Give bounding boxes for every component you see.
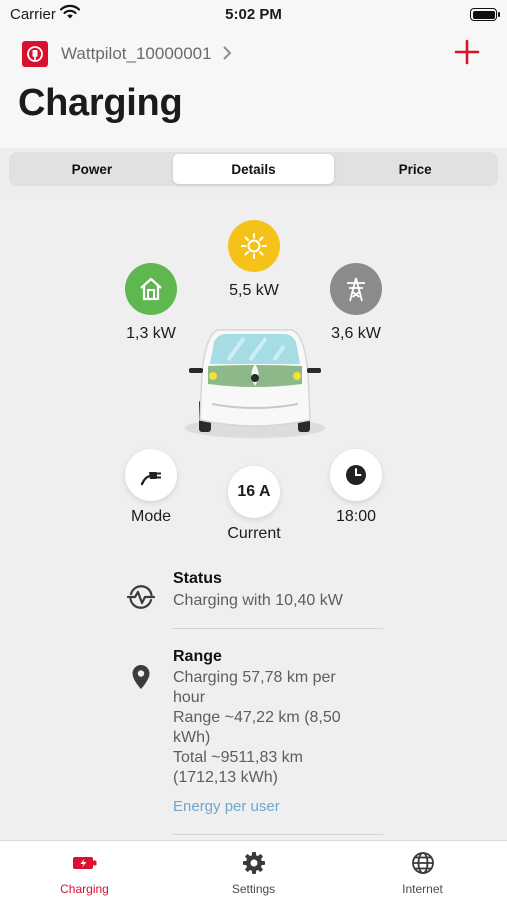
- chevron-right-icon: [222, 44, 232, 65]
- page-title: Charging: [18, 82, 183, 124]
- nav-item-settings[interactable]: Settings: [169, 841, 338, 900]
- sun-icon: [228, 220, 280, 272]
- battery-icon: [470, 8, 500, 21]
- tab-power[interactable]: Power: [11, 154, 173, 184]
- range-line: Range ~47,22 km (8,50: [173, 709, 341, 726]
- gear-icon: [241, 850, 267, 876]
- range-line: hour: [173, 689, 206, 706]
- range-title: Range: [173, 648, 222, 665]
- tab-details[interactable]: Details: [172, 154, 335, 184]
- nav-label-internet: Internet: [402, 882, 443, 896]
- energy-per-user-link[interactable]: Energy per user: [173, 798, 383, 815]
- power-tower-icon: [330, 263, 382, 315]
- current-label: Current: [227, 525, 281, 542]
- location-pin-icon: [124, 660, 158, 694]
- house-icon: [125, 263, 177, 315]
- status-time: 5:02 PM: [225, 6, 282, 23]
- nav-label-settings: Settings: [231, 882, 276, 896]
- tab-price[interactable]: Price: [334, 154, 496, 184]
- device-name: Wattpilot_10000001: [61, 44, 212, 63]
- current-value: 16 A: [228, 466, 280, 518]
- status-bar: Carrier 5:02 PM: [0, 0, 507, 30]
- pulse-icon: [124, 580, 158, 614]
- add-button[interactable]: [453, 38, 481, 66]
- segmented-tabs: Power Details Price: [9, 152, 498, 186]
- nav-item-charging[interactable]: Charging: [0, 841, 169, 900]
- nav-item-internet[interactable]: Internet: [338, 841, 507, 900]
- divider: [173, 834, 383, 835]
- clock-icon: [330, 449, 382, 501]
- range-line: kWh): [173, 729, 211, 746]
- mode-label: Mode: [130, 508, 172, 525]
- range-line: Charging 57,78 km per: [173, 669, 336, 686]
- plus-icon: [454, 39, 480, 65]
- range-line: Total ~9511,83 km: [173, 749, 304, 766]
- status-text: Charging with 10,40 kW: [173, 592, 343, 609]
- mode-control[interactable]: Mode: [91, 449, 211, 526]
- device-selector[interactable]: Wattpilot_10000001: [22, 40, 232, 68]
- nav-label-charging: Charging: [60, 882, 109, 896]
- plug-icon: [125, 449, 177, 501]
- divider: [173, 628, 383, 629]
- globe-icon: [410, 850, 436, 876]
- timer-control[interactable]: 18:00: [296, 449, 416, 526]
- wattpilot-logo-icon: [22, 41, 48, 67]
- charger-icon: [72, 850, 98, 876]
- car-illustration: [180, 320, 330, 440]
- details-panel: 5,5 kW 1,3 kW 3,6 kW Mode 16 A Current 1…: [0, 194, 507, 840]
- range-line: (1712,13 kWh): [173, 769, 278, 786]
- header: Wattpilot_10000001 Charging: [0, 30, 507, 148]
- bottom-nav: Charging Settings Internet: [0, 840, 507, 900]
- status-title: Status: [173, 570, 222, 587]
- timer-value: 18:00: [335, 508, 377, 525]
